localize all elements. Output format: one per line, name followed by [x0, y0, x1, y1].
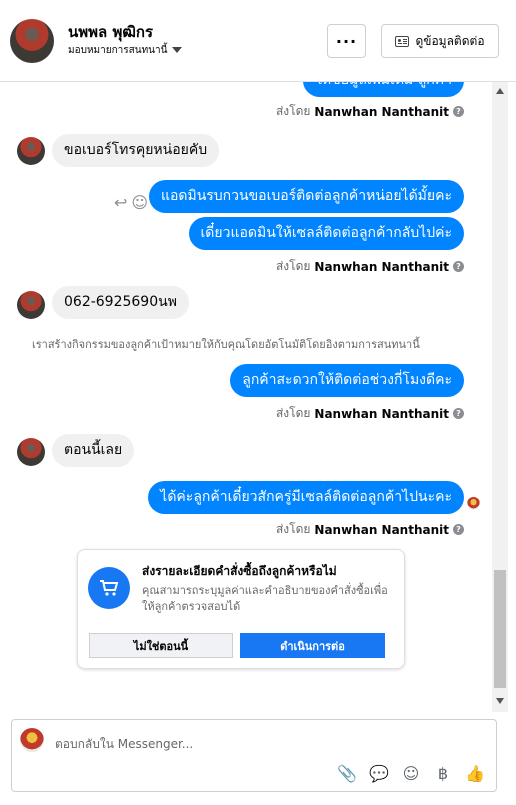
sender-name: Nanwhan Nanthanit — [314, 104, 449, 119]
chat-icon[interactable]: 💬 — [368, 764, 390, 783]
order-prompt-title: ส่งรายละเอียดคำสั่งซื้อถึงลูกค้าหรือไม่ — [142, 564, 337, 578]
order-prompt-description: คุณสามารถระบุมูลค่าและคำอธิบายของคำสั่งซ… — [142, 584, 388, 613]
message-outgoing[interactable]: ได้ค่ะลูกค้าเดี๋ยวสักครู่มีเซลล์ติดต่อลู… — [148, 481, 464, 514]
contact-card-icon — [395, 35, 410, 47]
sent-by-line: ส่งโดย Nanwhan Nanthanit? — [276, 404, 464, 423]
sender-name: Nanwhan Nanthanit — [314, 259, 449, 274]
help-icon[interactable]: ? — [453, 524, 464, 535]
scroll-thumb[interactable] — [494, 570, 506, 688]
scroll-up-icon[interactable] — [496, 88, 504, 94]
like-icon[interactable]: 👍 — [464, 764, 486, 783]
continue-button[interactable]: ดำเนินการต่อ — [240, 633, 385, 658]
conversation-header: นพพล พุฒิกร มอบหมายการสนทนานี้ ··· ดูข้อ… — [0, 0, 516, 82]
contact-info-label: ดูข้อมูลติดต่อ — [415, 33, 485, 48]
message-outgoing[interactable]: ลูกค้าสะดวกให้ติดต่อช่วงกี่โมงดีคะ — [230, 364, 464, 397]
sent-by-line: ส่งโดย Nanwhan Nanthanit? — [276, 257, 464, 276]
scroll-down-icon[interactable] — [496, 698, 504, 704]
help-icon[interactable]: ? — [453, 408, 464, 419]
page-avatar — [20, 728, 44, 752]
sent-by-line: ส่งโดย Nanwhan Nanthanit? — [276, 102, 464, 121]
message-outgoing[interactable]: เดี๋ยวแอดมินให้เซลล์ติดต่อลูกค้ากลับไปค่… — [188, 217, 464, 250]
sent-by-prefix: ส่งโดย — [275, 522, 311, 536]
sent-by-prefix: ส่งโดย — [275, 104, 311, 118]
sent-by-prefix: ส่งโดย — [275, 259, 311, 273]
reply-icon[interactable]: ↩ — [114, 193, 127, 212]
customer-avatar — [17, 291, 45, 319]
seen-avatar-icon — [467, 497, 480, 510]
reply-input[interactable]: ตอบกลับใน Messenger... — [55, 735, 193, 754]
message-thread: ให้ข้อมูลเพิ่มเติม ลูกค้า ส่งโดยNanwhan … — [0, 82, 492, 712]
baht-icon[interactable]: ฿ — [432, 764, 454, 783]
shopping-cart-icon — [88, 567, 130, 609]
customer-avatar — [17, 438, 45, 466]
more-options-button[interactable]: ··· — [327, 24, 366, 58]
assign-label: มอบหมายการสนทนานี้ — [68, 45, 168, 56]
customer-avatar — [17, 137, 45, 165]
customer-name[interactable]: นพพล พุฒิกร — [68, 20, 153, 44]
caret-down-icon — [172, 47, 183, 53]
attach-icon[interactable]: 📎 — [336, 764, 358, 783]
message-actions: ↩ ☺ — [114, 192, 154, 212]
message-incoming[interactable]: 062-6925690นพ — [52, 286, 189, 319]
message-incoming[interactable]: ขอเบอร์โทรคุยหน่อยคับ — [52, 134, 220, 167]
message-outgoing[interactable]: ให้ข้อมูลเพิ่มเติม ลูกค้า — [303, 82, 464, 97]
reply-composer[interactable]: ตอบกลับใน Messenger... 📎 💬 ☺ ฿ 👍 — [11, 719, 497, 792]
system-note: เราสร้างกิจกรรมของลูกค้าเป้าหมายให้กับคุ… — [32, 338, 420, 351]
not-now-button[interactable]: ไม่ใช่ตอนนี้ — [89, 633, 233, 658]
message-incoming[interactable]: ตอนนี้เลย — [52, 434, 135, 467]
sender-name: Nanwhan Nanthanit — [314, 522, 449, 537]
sender-name: Nanwhan Nanthanit — [314, 406, 449, 421]
help-icon[interactable]: ? — [453, 106, 464, 117]
sent-by-line: ส่งโดย Nanwhan Nanthanit? — [276, 520, 464, 539]
customer-avatar[interactable] — [10, 19, 54, 63]
emoji-icon[interactable]: ☺ — [400, 764, 422, 783]
order-details-prompt: ส่งรายละเอียดคำสั่งซื้อถึงลูกค้าหรือไม่ … — [77, 549, 405, 669]
message-outgoing[interactable]: แอดมินรบกวนขอเบอร์ติดต่อลูกค้าหน่อยได้มั… — [148, 180, 464, 213]
thread-scrollbar[interactable] — [492, 82, 508, 712]
view-contact-info-button[interactable]: ดูข้อมูลติดต่อ — [381, 24, 499, 58]
sent-by-prefix: ส่งโดย — [275, 406, 311, 420]
assign-conversation-dropdown[interactable]: มอบหมายการสนทนานี้ — [68, 43, 183, 58]
composer-toolbar: 📎 💬 ☺ ฿ 👍 — [336, 764, 486, 783]
help-icon[interactable]: ? — [453, 261, 464, 272]
react-icon[interactable]: ☺ — [131, 193, 148, 212]
